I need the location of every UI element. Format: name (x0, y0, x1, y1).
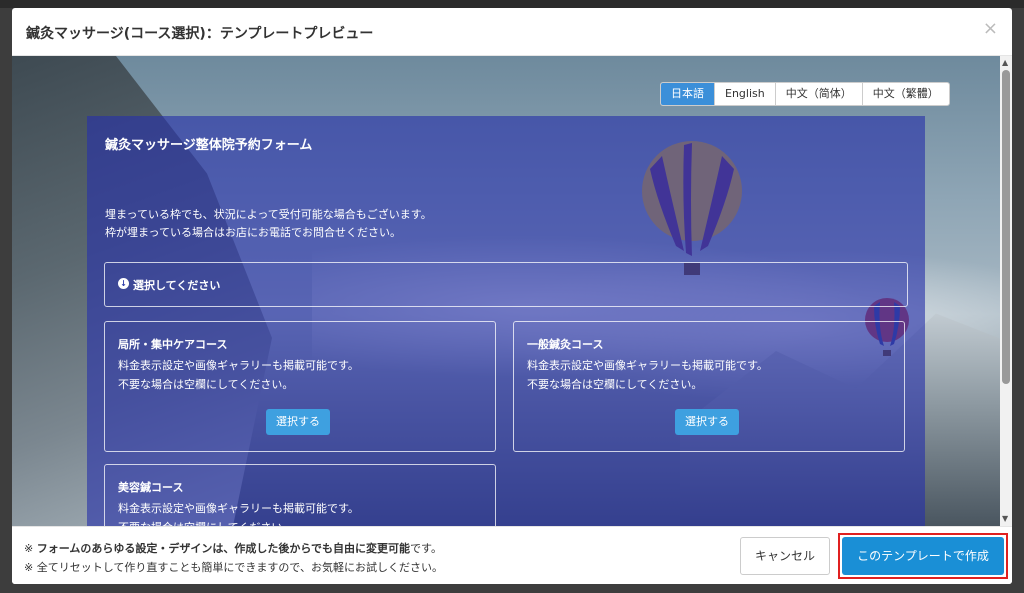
course-title: 美容鍼コース (118, 481, 184, 494)
note-prefix: ※ (24, 542, 37, 555)
language-chinese-simplified-button[interactable]: 中文（简体） (776, 83, 863, 105)
footer-note-1: ※ フォームのあらゆる設定・デザインは、作成した後からでも自由に変更可能です。 (24, 540, 442, 556)
modal-title: 鍼灸マッサージ(コース選択)：テンプレートプレビュー (26, 26, 374, 42)
course-title: 一般鍼灸コース (527, 338, 604, 351)
course-select-header[interactable]: ↓ 選択してください (104, 262, 908, 307)
course-description: 料金表示設定や画像ギャラリーも掲載可能です。 不要な場合は空欄にしてください。 (118, 356, 359, 394)
course-desc-line-1: 料金表示設定や画像ギャラリーも掲載可能です。 (118, 359, 359, 372)
language-japanese-button[interactable]: 日本語 (661, 83, 715, 105)
reservation-form: 鍼灸マッサージ整体院予約フォーム 埋まっている枠でも、状況によって受付可能な場合… (87, 116, 925, 526)
course-title: 局所・集中ケアコース (118, 338, 228, 351)
language-chinese-traditional-button[interactable]: 中文（繁體） (863, 83, 949, 105)
select-prompt-label: 選択してください (133, 279, 221, 292)
note-emphasis: フォームのあらゆる設定・デザインは、作成した後からでも自由に変更可能 (36, 542, 411, 555)
footer-note-2: ※ 全てリセットして作り直すことも簡単にできますので、お気軽にお試しください。 (24, 561, 443, 574)
course-description: 料金表示設定や画像ギャラリーも掲載可能です。 不要な場合は空欄にしてください。 (527, 356, 768, 394)
select-course-button[interactable]: 選択する (266, 409, 330, 435)
modal-footer: ※ フォームのあらゆる設定・デザインは、作成した後からでも自由に変更可能です。 … (12, 526, 1012, 584)
close-icon[interactable]: × (983, 18, 998, 39)
background-top-bar (0, 0, 1024, 8)
cancel-button[interactable]: キャンセル (740, 537, 830, 575)
scroll-up-arrow-icon[interactable]: ▲ (1002, 58, 1008, 67)
language-switcher: 日本語 English 中文（简体） 中文（繁體） (660, 82, 950, 106)
template-preview-area: 日本語 English 中文（简体） 中文（繁體） 鍼灸マッサージ整体院予約フォ… (12, 56, 1000, 526)
course-description: 料金表示設定や画像ギャラリーも掲載可能です。 不要な場合は空欄にしてください。 (118, 499, 359, 526)
notice-line-2: 枠が埋まっている場合はお店にお電話でお問合せください。 (105, 226, 402, 239)
course-desc-line-2: 不要な場合は空欄にしてください。 (527, 378, 703, 391)
course-desc-line-2: 不要な場合は空欄にしてください。 (118, 518, 359, 526)
scrollbar-thumb[interactable] (1002, 70, 1010, 384)
scroll-down-arrow-icon[interactable]: ▼ (1002, 514, 1008, 523)
preview-scrollbar[interactable]: ▲ ▼ (1000, 56, 1012, 526)
notice-line-1: 埋まっている枠でも、状況によって受付可能な場合もございます。 (105, 208, 432, 221)
course-desc-line-2: 不要な場合は空欄にしてください。 (118, 378, 294, 391)
circle-arrow-down-icon: ↓ (118, 278, 129, 289)
form-title: 鍼灸マッサージ整体院予約フォーム (105, 138, 313, 153)
create-with-template-button[interactable]: このテンプレートで作成 (842, 537, 1004, 575)
course-card-local-care: 局所・集中ケアコース 料金表示設定や画像ギャラリーも掲載可能です。 不要な場合は… (104, 321, 496, 452)
select-course-button[interactable]: 選択する (675, 409, 739, 435)
template-preview-modal: 鍼灸マッサージ(コース選択)：テンプレートプレビュー × 日本語 English… (12, 8, 1012, 584)
course-card-beauty-acupuncture: 美容鍼コース 料金表示設定や画像ギャラリーも掲載可能です。 不要な場合は空欄にし… (104, 464, 496, 526)
language-english-button[interactable]: English (715, 83, 776, 105)
course-card-general-acupuncture: 一般鍼灸コース 料金表示設定や画像ギャラリーも掲載可能です。 不要な場合は空欄に… (513, 321, 905, 452)
note-suffix: です。 (410, 542, 442, 555)
course-desc-line-1: 料金表示設定や画像ギャラリーも掲載可能です。 (118, 502, 359, 515)
course-desc-line-1: 料金表示設定や画像ギャラリーも掲載可能です。 (527, 359, 768, 372)
form-notice: 埋まっている枠でも、状況によって受付可能な場合もございます。 枠が埋まっている場… (105, 206, 432, 242)
modal-header: 鍼灸マッサージ(コース選択)：テンプレートプレビュー × (12, 8, 1012, 56)
